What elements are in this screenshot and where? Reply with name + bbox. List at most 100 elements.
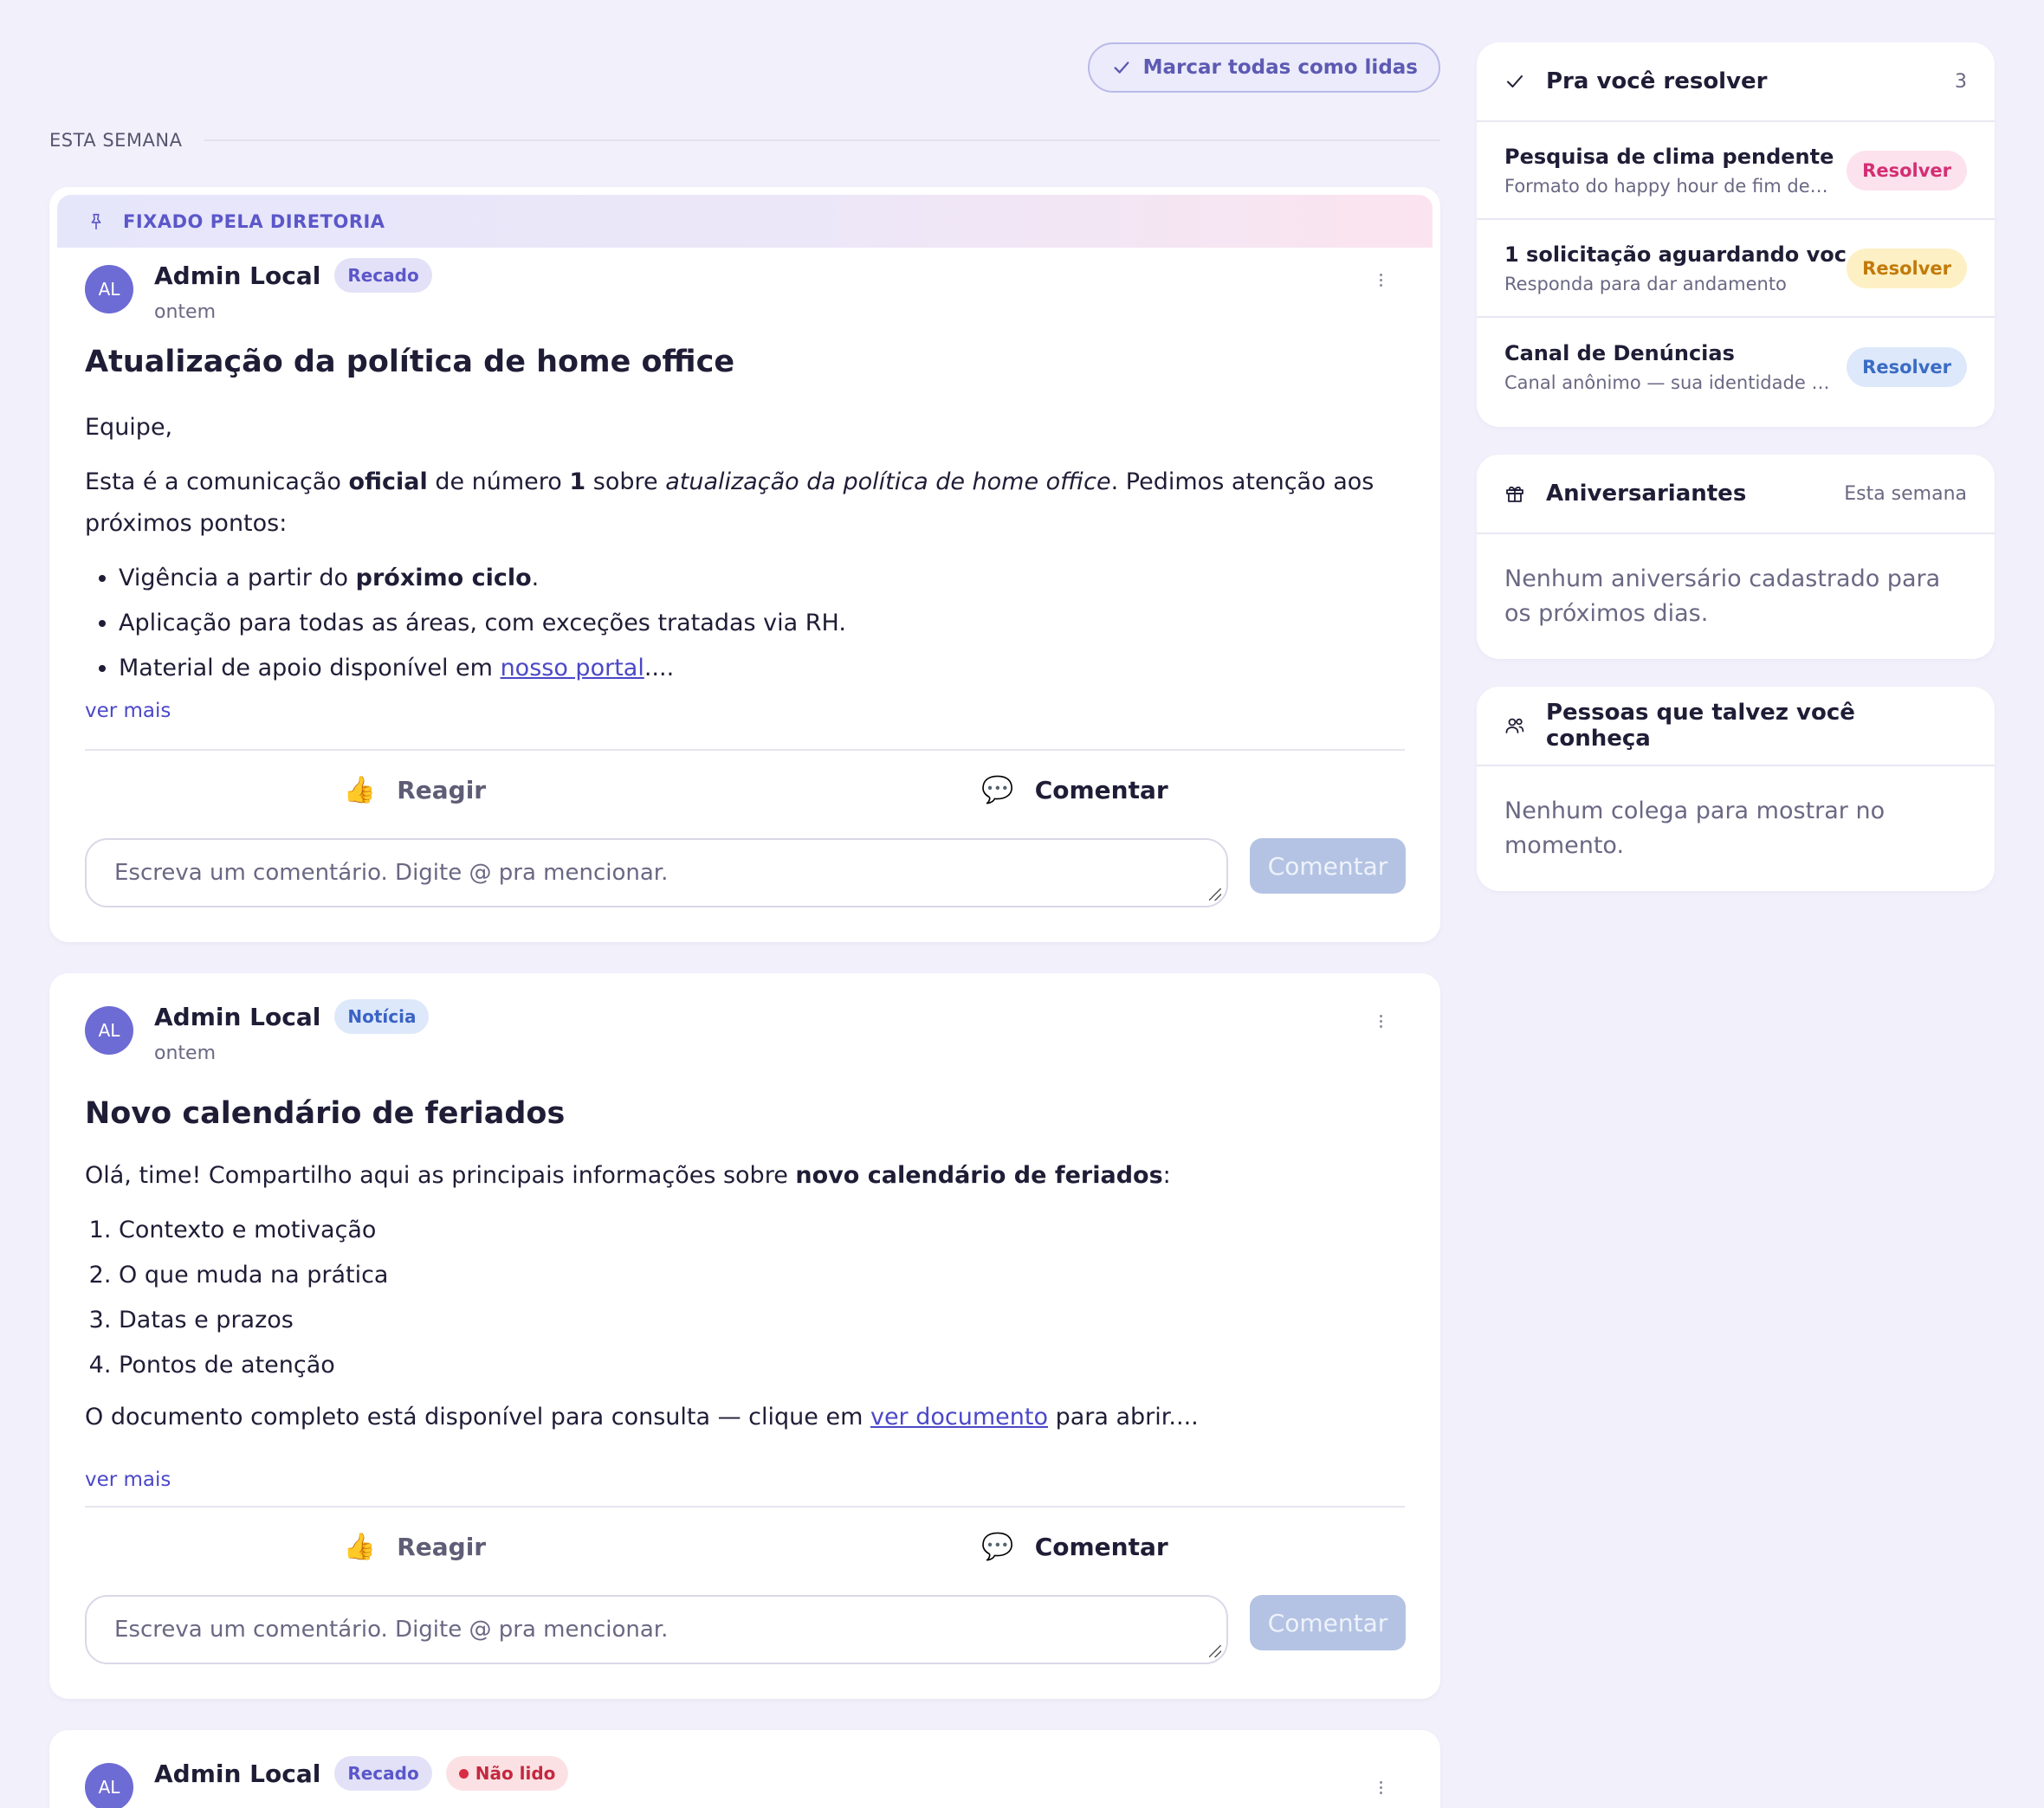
react-button[interactable]: 👍 Reagir xyxy=(85,764,745,816)
task-subtitle: Canal anônimo — sua identidade não é rev… xyxy=(1504,371,1834,393)
task-title: 1 solicitação aguardando você xyxy=(1504,242,1847,267)
list-item: Vigência a partir do próximo ciclo. xyxy=(119,558,1410,599)
bullet-list: Vigência a partir do próximo ciclo. Apli… xyxy=(85,558,1410,689)
avatar[interactable]: AL xyxy=(85,265,133,313)
unread-badge: Não lido xyxy=(445,1756,569,1791)
post-body: Equipe, Esta é a comunicação oficial de … xyxy=(85,407,1410,693)
post-actions: 👍 Reagir 💬 Comentar xyxy=(85,764,1405,816)
post-author: AL Admin Local Notícia ontem xyxy=(85,999,430,1064)
pinned-banner: FIXADO PELA DIRETORIA xyxy=(57,195,1433,248)
thumbs-up-icon: 👍 xyxy=(343,774,377,805)
list-item: Material de apoio disponível em nosso po… xyxy=(119,648,1410,689)
comment-placeholder: Escreva um comentário. Digite @ pra menc… xyxy=(114,860,669,886)
unread-dot-icon xyxy=(458,1768,469,1779)
pinned-label: FIXADO PELA DIRETORIA xyxy=(123,210,385,232)
thumbs-up-icon: 👍 xyxy=(343,1531,377,1562)
birthdays-card: Aniversariantes Esta semana Nenhum anive… xyxy=(1477,455,1995,659)
mark-all-read-label: Marcar todas como lidas xyxy=(1142,56,1418,79)
more-options-icon[interactable] xyxy=(1378,1012,1383,1030)
post-title: Novo calendário de feriados xyxy=(85,1096,566,1131)
check-icon xyxy=(1507,75,1523,87)
post-type-badge: Recado xyxy=(334,1756,432,1791)
comment-action-button[interactable]: 💬 Comentar xyxy=(745,1521,1405,1572)
react-label: Reagir xyxy=(397,1532,487,1561)
section-divider xyxy=(203,139,1440,141)
comment-placeholder: Escreva um comentário. Digite @ pra menc… xyxy=(114,1617,669,1643)
avatar[interactable]: AL xyxy=(85,1763,133,1808)
resolve-button[interactable]: Resolver xyxy=(1847,248,1967,288)
post-type-badge: Notícia xyxy=(334,999,430,1034)
list-item: Contexto e motivação xyxy=(119,1210,1410,1251)
resize-handle-icon[interactable] xyxy=(1209,1645,1221,1657)
portal-link[interactable]: nosso portal xyxy=(501,655,644,681)
comment-label: Comentar xyxy=(1034,1532,1168,1561)
task-item[interactable]: Pesquisa de clima pendente Formato do ha… xyxy=(1477,122,1995,220)
mark-all-read-button[interactable]: Marcar todas como lidas xyxy=(1087,42,1440,93)
body-paragraph: Esta é a comunicação oficial de número 1… xyxy=(85,468,1375,537)
gift-icon xyxy=(1506,486,1523,502)
list-item: Datas e prazos xyxy=(119,1300,1410,1341)
author-name[interactable]: Admin Local xyxy=(154,1760,320,1788)
react-button[interactable]: 👍 Reagir xyxy=(85,1521,745,1572)
avatar[interactable]: AL xyxy=(85,1006,133,1055)
post-card: AL Admin Local Notícia ontem Novo calend… xyxy=(49,973,1440,1699)
task-title: Pesquisa de clima pendente xyxy=(1504,144,1834,169)
birthdays-empty: Nenhum aniversário cadastrado para os pr… xyxy=(1504,565,1941,627)
speech-bubble-icon: 💬 xyxy=(981,774,1014,805)
speech-bubble-icon: 💬 xyxy=(981,1531,1014,1562)
post-time: ontem xyxy=(154,1043,216,1064)
people-card: Pessoas que talvez você conheça Nenhum c… xyxy=(1477,687,1995,891)
comment-label: Comentar xyxy=(1034,775,1168,804)
tasks-card: Pra você resolver 3 Pesquisa de clima pe… xyxy=(1477,42,1995,427)
people-empty: Nenhum colega para mostrar no momento. xyxy=(1504,797,1886,859)
task-subtitle: Formato do happy hour de fim de mês xyxy=(1504,175,1834,197)
resize-handle-icon[interactable] xyxy=(1209,888,1221,901)
check-icon xyxy=(1114,61,1129,74)
more-options-icon[interactable] xyxy=(1378,271,1383,289)
task-item[interactable]: Canal de Denúncias Canal anônimo — sua i… xyxy=(1477,318,1995,416)
post-time: ontem xyxy=(154,301,216,323)
greeting: Equipe, xyxy=(85,414,173,441)
birthdays-header: Aniversariantes Esta semana xyxy=(1477,455,1995,534)
comment-submit-button[interactable]: Comentar xyxy=(1250,838,1406,894)
resolve-button[interactable]: Resolver xyxy=(1847,346,1967,387)
body-paragraph: O documento completo está disponível par… xyxy=(85,1404,1199,1430)
section-title: ESTA SEMANA xyxy=(49,130,183,151)
resolve-button[interactable]: Resolver xyxy=(1847,150,1967,190)
task-subtitle: Responda para dar andamento xyxy=(1504,273,1787,294)
author-name[interactable]: Admin Local xyxy=(154,262,320,290)
list-item: O que muda na prática xyxy=(119,1255,1410,1296)
users-icon xyxy=(1505,718,1524,733)
comment-input[interactable]: Escreva um comentário. Digite @ pra menc… xyxy=(85,838,1228,907)
list-item: Aplicação para todas as áreas, com exceç… xyxy=(119,603,1410,644)
post-author: AL Admin Local Recado Não lido xyxy=(85,1756,569,1808)
see-more-link[interactable]: ver mais xyxy=(85,700,171,722)
post-card: AL Admin Local Recado Não lido xyxy=(49,1730,1440,1808)
people-title: Pessoas que talvez você conheça xyxy=(1545,700,1855,752)
divider xyxy=(85,1506,1405,1508)
numbered-list: Contexto e motivação O que muda na práti… xyxy=(85,1210,1410,1386)
tasks-title: Pra você resolver xyxy=(1546,68,1768,94)
divider xyxy=(85,749,1405,751)
comment-input[interactable]: Escreva um comentário. Digite @ pra menc… xyxy=(85,1595,1228,1664)
pin-icon xyxy=(91,213,101,229)
more-options-icon[interactable] xyxy=(1378,1779,1383,1797)
tasks-count: 3 xyxy=(1955,70,1967,93)
task-title: Canal de Denúncias xyxy=(1504,340,1735,365)
post-type-badge: Recado xyxy=(334,258,432,293)
post-card: FIXADO PELA DIRETORIA AL Admin Local Rec… xyxy=(49,187,1440,942)
react-label: Reagir xyxy=(397,775,487,804)
see-more-link[interactable]: ver mais xyxy=(85,1469,171,1491)
people-header: Pessoas que talvez você conheça xyxy=(1477,687,1995,766)
tasks-header: Pra você resolver 3 xyxy=(1477,42,1995,122)
comment-action-button[interactable]: 💬 Comentar xyxy=(745,764,1405,816)
comment-submit-button[interactable]: Comentar xyxy=(1250,1595,1406,1650)
post-body: Olá, time! Compartilho aqui as principai… xyxy=(85,1155,1410,1451)
author-name[interactable]: Admin Local xyxy=(154,1003,320,1031)
list-item: Pontos de atenção xyxy=(119,1345,1410,1386)
body-paragraph: Olá, time! Compartilho aqui as principai… xyxy=(85,1162,1171,1189)
section-header: ESTA SEMANA xyxy=(49,130,1440,151)
task-item[interactable]: 1 solicitação aguardando você Responda p… xyxy=(1477,220,1995,318)
document-link[interactable]: ver documento xyxy=(870,1404,1048,1430)
post-author: AL Admin Local Recado ontem xyxy=(85,258,432,323)
